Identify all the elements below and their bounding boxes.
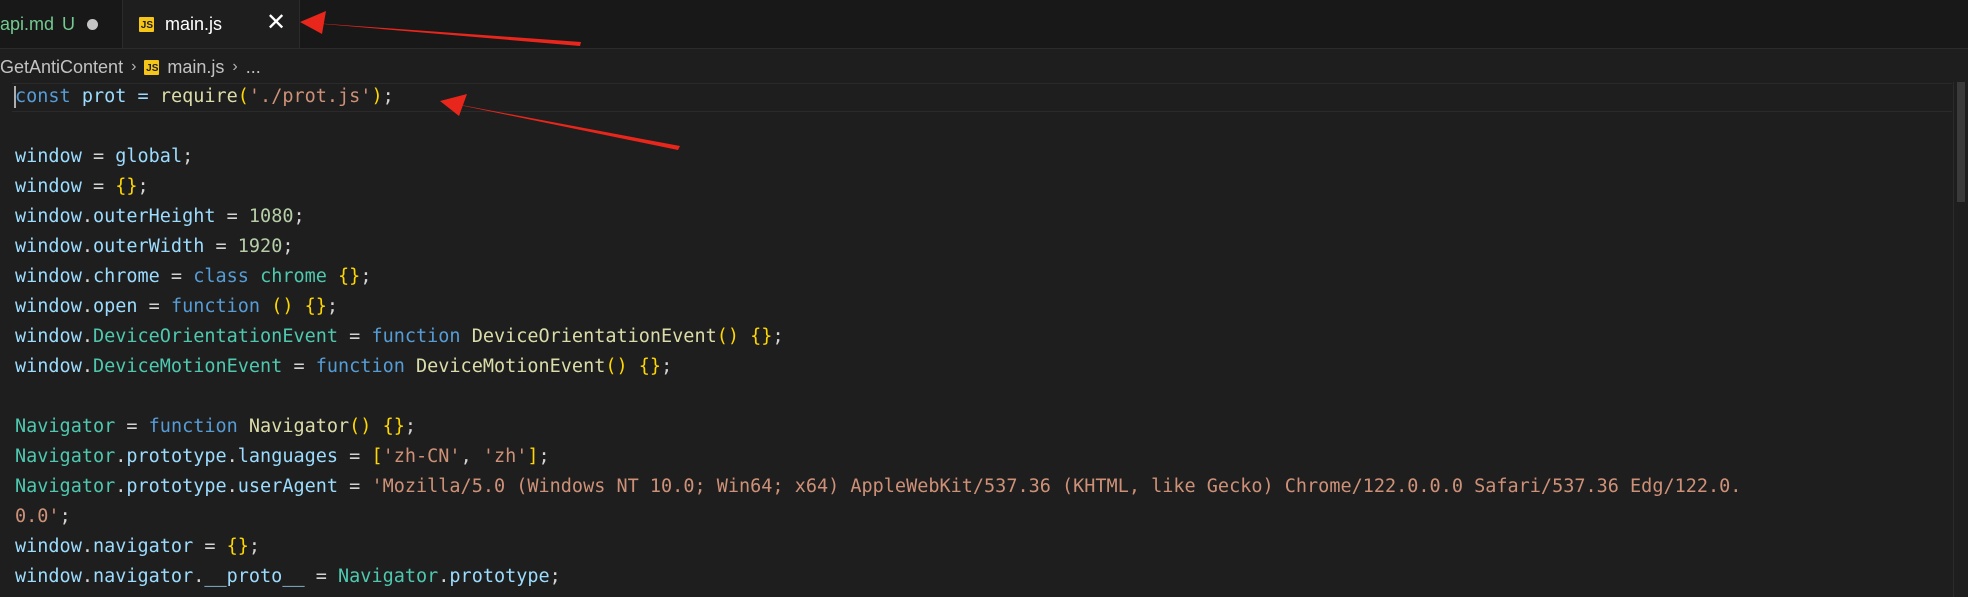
breadcrumb-folder[interactable]: GetAntiContent xyxy=(0,57,123,78)
code-line-15[interactable]: window.navigator = {}; xyxy=(15,532,260,562)
vertical-scrollbar[interactable] xyxy=(1953,82,1968,597)
code-line-8[interactable]: window.open = function () {}; xyxy=(15,292,338,322)
unsaved-dot-icon[interactable] xyxy=(87,18,99,30)
code-line-14[interactable]: Navigator.prototype.userAgent = 'Mozilla… xyxy=(15,472,1741,502)
scrollbar-thumb[interactable] xyxy=(1957,82,1965,202)
code-line-12[interactable]: Navigator = function Navigator() {}; xyxy=(15,412,416,442)
tab-label: main.js xyxy=(165,13,223,34)
close-icon[interactable]: ✕ xyxy=(265,11,287,35)
chevron-right-icon: › xyxy=(232,58,238,75)
code-line-4[interactable]: window = {}; xyxy=(15,172,149,202)
git-status-badge: U xyxy=(62,13,76,34)
breadcrumb-more[interactable]: ... xyxy=(246,57,261,78)
code-line-5[interactable]: window.outerHeight = 1080; xyxy=(15,202,305,232)
code-line-10[interactable]: window.DeviceMotionEvent = function Devi… xyxy=(15,352,672,382)
js-file-icon: JS xyxy=(144,59,160,75)
chevron-right-icon: › xyxy=(131,58,137,75)
code-line-1[interactable]: const prot = require('./prot.js'); xyxy=(15,82,394,112)
code-line-14-wrap[interactable]: 0.0'; xyxy=(15,502,71,532)
js-file-icon: JS xyxy=(139,16,154,32)
code-line-3[interactable]: window = global; xyxy=(15,142,193,172)
code-line-7[interactable]: window.chrome = class chrome {}; xyxy=(15,262,371,292)
code-line-16[interactable]: window.navigator.__proto__ = Navigator.p… xyxy=(15,562,561,592)
tab-api-md[interactable]: api.md U xyxy=(0,0,122,48)
breadcrumb-file[interactable]: main.js xyxy=(167,57,224,78)
code-editor[interactable]: const prot = require('./prot.js'); windo… xyxy=(0,82,1952,597)
breadcrumb: GetAntiContent › JS main.js › ... xyxy=(0,54,261,80)
tab-label: api.md xyxy=(0,13,55,34)
code-line-9[interactable]: window.DeviceOrientationEvent = function… xyxy=(15,322,784,352)
tab-bar: api.md U JS main.js ✕ xyxy=(0,0,1968,49)
tab-main-js[interactable]: JS main.js ✕ xyxy=(122,0,300,48)
code-line-13[interactable]: Navigator.prototype.languages = ['zh-CN'… xyxy=(15,442,550,472)
code-line-6[interactable]: window.outerWidth = 1920; xyxy=(15,232,293,262)
